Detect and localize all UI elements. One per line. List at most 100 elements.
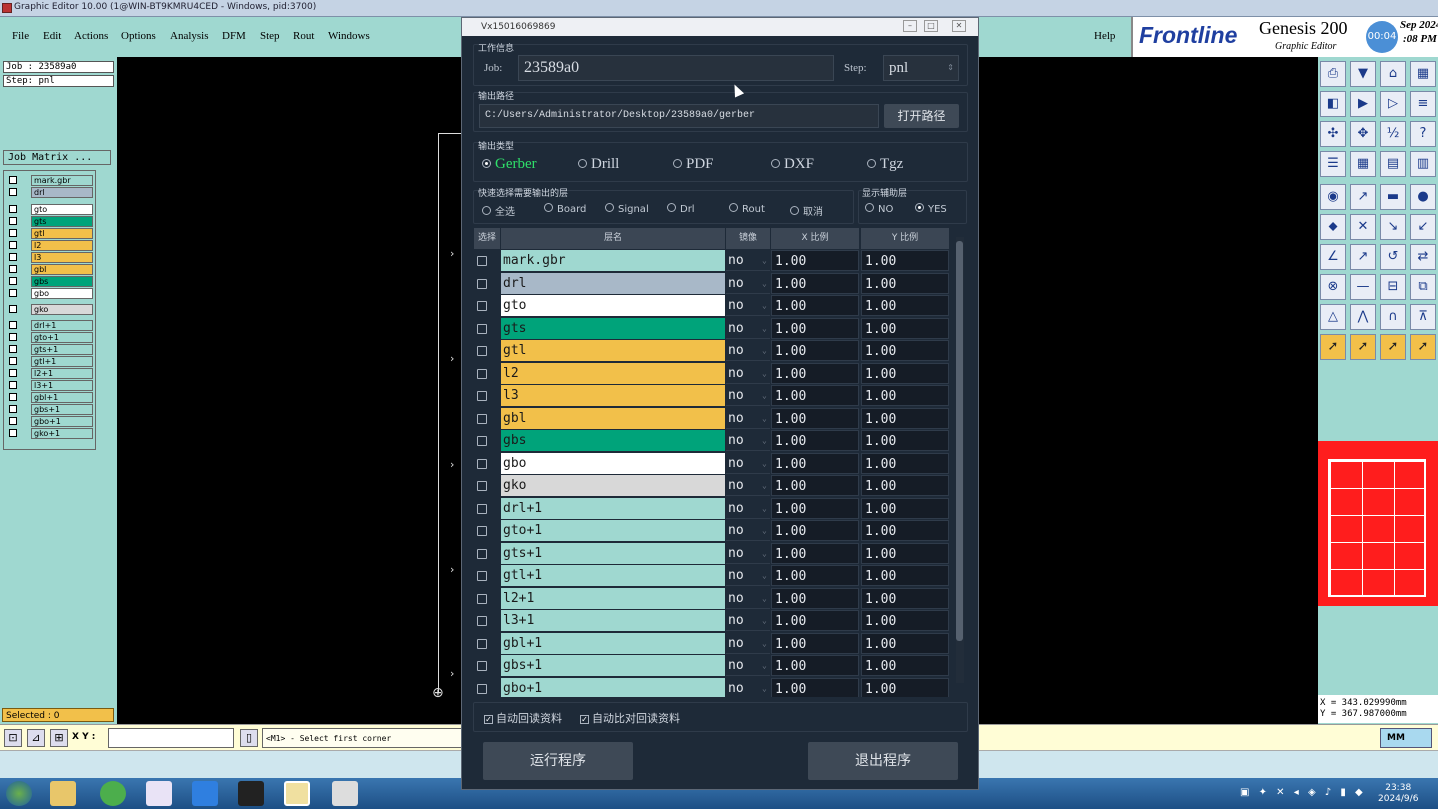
tool-icon[interactable]: ⧉ — [1410, 274, 1436, 300]
tool-icon[interactable]: ∠ — [1320, 244, 1346, 270]
menu-help[interactable]: Help — [1094, 30, 1115, 42]
row-y-scale-input[interactable]: 1.00 — [861, 362, 949, 384]
row-x-scale-input[interactable]: 1.00 — [771, 655, 859, 676]
row-y-scale-input[interactable]: 1.00 — [861, 250, 949, 271]
run-button[interactable]: 运行程序 — [483, 742, 633, 780]
row-checkbox[interactable] — [477, 346, 487, 356]
measure-icon[interactable]: ⊿ — [27, 729, 45, 747]
layer-row[interactable]: l3+1 — [6, 380, 94, 391]
table-row[interactable]: l2 no ⌄ 1.00 1.00 — [474, 362, 950, 385]
tool-icon[interactable]: ⌂ — [1380, 61, 1406, 87]
row-y-scale-input[interactable]: 1.00 — [861, 655, 949, 676]
row-mirror-select[interactable]: no ⌄ — [726, 520, 770, 541]
table-row[interactable]: gbs+1 no ⌄ 1.00 1.00 — [474, 655, 950, 677]
output-type-drill-radio[interactable]: Drill — [578, 156, 619, 173]
row-x-scale-input[interactable]: 1.00 — [771, 452, 859, 474]
row-checkbox[interactable] — [477, 616, 487, 626]
tool-icon[interactable]: ▬ — [1380, 184, 1406, 210]
table-row[interactable]: gbo no ⌄ 1.00 1.00 — [474, 452, 950, 475]
scroll-thumb[interactable] — [956, 241, 963, 641]
row-x-scale-input[interactable]: 1.00 — [771, 362, 859, 384]
row-y-scale-input[interactable]: 1.00 — [861, 542, 949, 564]
quick-select-radio[interactable]: Rout — [729, 203, 765, 215]
row-x-scale-input[interactable]: 1.00 — [771, 520, 859, 541]
row-x-scale-input[interactable]: 1.00 — [771, 250, 859, 271]
tool-icon[interactable]: △ — [1320, 304, 1346, 330]
menu-dfm[interactable]: DFM — [222, 30, 246, 42]
window-icon[interactable] — [332, 781, 358, 806]
tool-icon[interactable]: ⊟ — [1380, 274, 1406, 300]
table-row[interactable]: l3+1 no ⌄ 1.00 1.00 — [474, 610, 950, 632]
units-button[interactable]: MM — [1380, 728, 1432, 748]
start-button[interactable] — [6, 781, 32, 806]
output-type-gerber-radio[interactable]: Gerber — [482, 156, 537, 173]
row-checkbox[interactable] — [477, 593, 487, 604]
tool-icon[interactable]: ↗ — [1350, 184, 1376, 210]
row-checkbox[interactable] — [477, 548, 487, 559]
output-path-input[interactable]: C:/Users/Administrator/Desktop/23589a0/g… — [479, 104, 879, 128]
layer-checkbox[interactable] — [9, 289, 17, 297]
tool-icon[interactable]: ⬥ — [1320, 214, 1346, 240]
quick-select-radio[interactable]: 全选 — [482, 203, 515, 218]
grid-icon[interactable]: ⊞ — [50, 729, 68, 747]
row-checkbox[interactable] — [477, 391, 487, 401]
row-x-scale-input[interactable]: 1.00 — [771, 610, 859, 631]
layer-checkbox[interactable] — [9, 305, 17, 313]
row-mirror-select[interactable]: no ⌄ — [726, 655, 770, 676]
tool-icon[interactable]: ⇄ — [1410, 244, 1436, 270]
row-mirror-select[interactable]: no ⌄ — [726, 452, 770, 474]
row-checkbox[interactable] — [477, 413, 487, 424]
tool-icon[interactable]: ∩ — [1380, 304, 1406, 330]
tool-icon[interactable]: ▷ — [1380, 91, 1406, 117]
genesis-icon[interactable] — [284, 781, 310, 806]
auto-read-checkbox[interactable]: ✓ 自动回读资料 — [484, 710, 562, 726]
menu-options[interactable]: Options — [121, 30, 156, 42]
row-y-scale-input[interactable]: 1.00 — [861, 520, 949, 541]
tool-icon[interactable]: ☰ — [1320, 151, 1346, 177]
row-y-scale-input[interactable]: 1.00 — [861, 272, 949, 294]
layer-row[interactable]: gto+1 — [6, 332, 94, 343]
browser-icon[interactable] — [100, 781, 126, 806]
tool-icon[interactable]: ➚ — [1320, 334, 1346, 360]
row-checkbox[interactable] — [477, 368, 487, 379]
tool-icon[interactable]: ✣ — [1320, 121, 1346, 147]
layer-row[interactable]: gbo+1 — [6, 416, 94, 427]
app-icon-2[interactable] — [146, 781, 172, 806]
tool-icon[interactable]: ↺ — [1380, 244, 1406, 270]
tool-icon[interactable]: ▥ — [1410, 151, 1436, 177]
xy-input[interactable] — [108, 728, 234, 748]
layer-checkbox[interactable] — [9, 188, 17, 196]
tool-icon[interactable]: ➚ — [1350, 334, 1376, 360]
tool-icon[interactable]: ✕ — [1350, 214, 1376, 240]
row-checkbox[interactable] — [477, 481, 487, 491]
menu-rout[interactable]: Rout — [293, 30, 314, 42]
table-row[interactable]: gbs no ⌄ 1.00 1.00 — [474, 430, 950, 452]
menu-step[interactable]: Step — [260, 30, 280, 42]
layer-checkbox[interactable] — [9, 369, 17, 377]
layer-checkbox[interactable] — [9, 357, 17, 365]
row-checkbox[interactable] — [477, 503, 487, 514]
layer-checkbox[interactable] — [9, 417, 17, 425]
layer-checkbox[interactable] — [9, 277, 17, 285]
layer-row[interactable]: gbl+1 — [6, 392, 94, 403]
menu-edit[interactable]: Edit — [43, 30, 61, 42]
row-mirror-select[interactable]: no ⌄ — [726, 250, 770, 271]
row-x-scale-input[interactable]: 1.00 — [771, 677, 859, 697]
layer-row[interactable]: drl — [6, 187, 94, 198]
row-mirror-select[interactable]: no ⌄ — [726, 272, 770, 294]
row-checkbox[interactable] — [477, 458, 487, 469]
row-x-scale-input[interactable]: 1.00 — [771, 542, 859, 564]
table-row[interactable]: gto+1 no ⌄ 1.00 1.00 — [474, 520, 950, 542]
row-y-scale-input[interactable]: 1.00 — [861, 407, 949, 429]
output-type-tgz-radio[interactable]: Tgz — [867, 156, 903, 173]
row-mirror-select[interactable]: no ⌄ — [726, 317, 770, 339]
table-row[interactable]: gtl no ⌄ 1.00 1.00 — [474, 340, 950, 362]
maximize-icon[interactable]: □ — [924, 20, 938, 32]
tool-icon[interactable]: ↙ — [1410, 214, 1436, 240]
layer-row[interactable]: gts — [6, 216, 94, 227]
row-y-scale-input[interactable]: 1.00 — [861, 497, 949, 519]
table-row[interactable]: mark.gbr no ⌄ 1.00 1.00 — [474, 250, 950, 272]
row-checkbox[interactable] — [477, 526, 487, 536]
row-x-scale-input[interactable]: 1.00 — [771, 407, 859, 429]
row-y-scale-input[interactable]: 1.00 — [861, 340, 949, 361]
